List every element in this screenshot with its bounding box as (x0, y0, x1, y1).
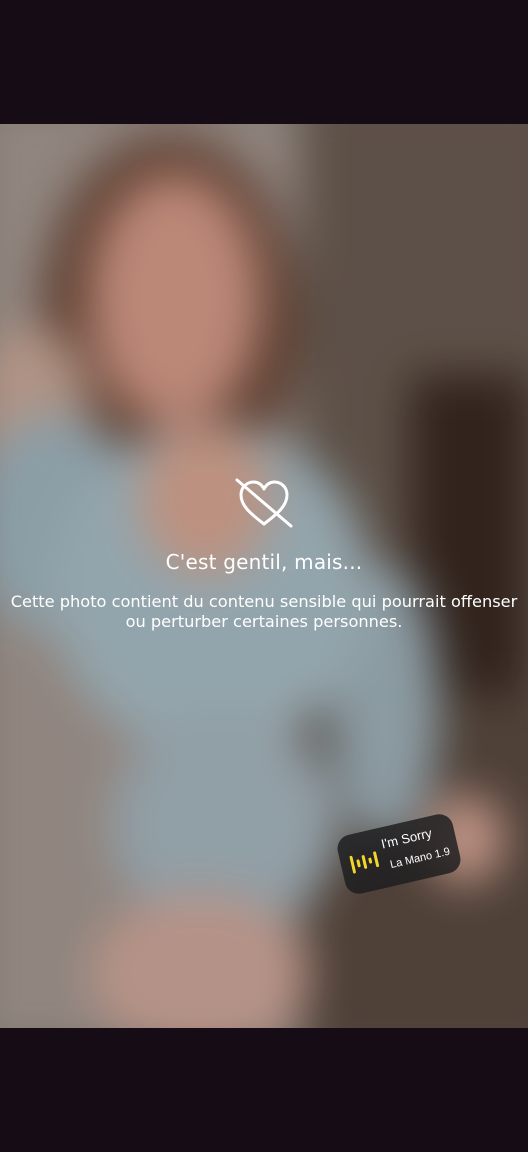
sensitive-title: C'est gentil, mais... (165, 550, 363, 574)
music-artist: La Mano 1.9 (388, 845, 452, 872)
top-letterbox (0, 0, 528, 124)
music-song-title: I'm Sorry (379, 825, 434, 852)
story-photo-blurred[interactable]: C'est gentil, mais... Cette photo contie… (0, 124, 528, 1028)
sensitive-content-warning: C'est gentil, mais... Cette photo contie… (0, 476, 528, 632)
crossed-out-heart-icon (233, 476, 295, 530)
music-equalizer-icon (349, 847, 384, 877)
bottom-letterbox (0, 1028, 528, 1152)
sensitive-description: Cette photo contient du contenu sensible… (10, 592, 518, 631)
